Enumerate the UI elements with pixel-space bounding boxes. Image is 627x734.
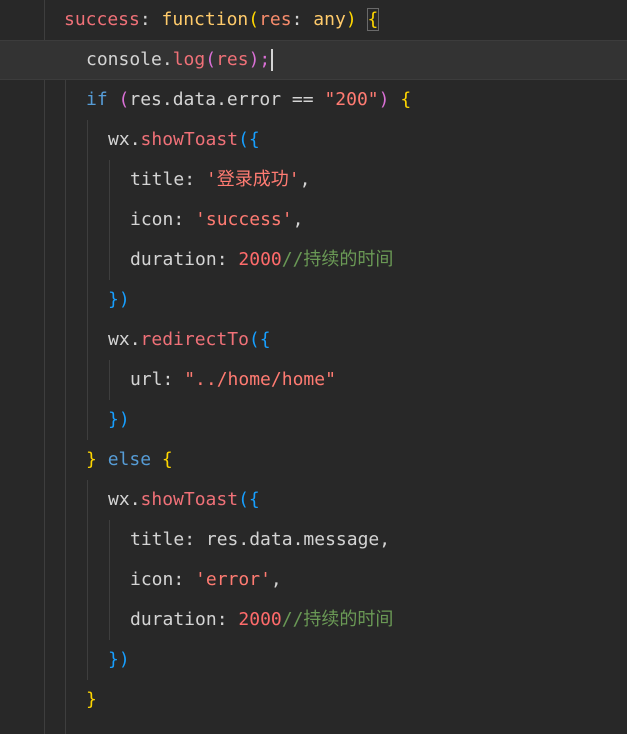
code-token: { [400, 89, 412, 110]
code-line[interactable]: success: function(res: any) { [0, 0, 627, 40]
code-line[interactable]: }) [0, 640, 627, 680]
code-token: ) [378, 89, 401, 110]
code-token: wx [108, 329, 130, 350]
code-token: : [291, 9, 314, 30]
code-token: : [184, 169, 206, 190]
code-token: ); [248, 49, 271, 70]
code-token: { [366, 8, 380, 31]
code-token: : [216, 609, 239, 630]
code-line[interactable]: icon: 'error', [0, 560, 627, 600]
code-token: ( [248, 9, 260, 30]
code-token: : [173, 209, 196, 230]
code-token: else [107, 449, 152, 470]
code-token: } [86, 689, 97, 710]
code-token: wx [108, 489, 130, 510]
code-comment: //持续的时间 [281, 609, 394, 630]
code-token: { [161, 449, 173, 470]
code-line[interactable]: }) [0, 400, 627, 440]
code-token: ( [238, 489, 249, 510]
code-token: redirectTo [140, 329, 249, 350]
code-line[interactable]: wx.showToast({ [0, 120, 627, 160]
code-line[interactable]: duration: 2000//持续的时间 [0, 240, 627, 280]
code-token: . [161, 49, 173, 70]
code-token: } [108, 409, 119, 430]
code-token: 'error' [195, 569, 271, 590]
code-line[interactable]: } [0, 680, 627, 720]
code-token: : [184, 529, 206, 550]
code-line[interactable]: wx.showToast({ [0, 480, 627, 520]
code-token: res [259, 9, 292, 30]
code-token: showToast [140, 489, 239, 510]
code-token: if [86, 89, 108, 110]
code-comment: //持续的时间 [281, 249, 394, 270]
code-token: : [173, 569, 196, 590]
code-line-current[interactable]: console.log(res); [0, 40, 627, 80]
code-token: duration [130, 609, 217, 630]
code-token: , [292, 209, 304, 230]
code-token: ( [248, 329, 260, 350]
code-token: . [129, 489, 141, 510]
code-line[interactable]: }) [0, 280, 627, 320]
code-token: . [129, 329, 141, 350]
code-token: '登录成功' [205, 169, 300, 190]
code-token: res.data.error [129, 89, 282, 110]
code-token: : [216, 249, 239, 270]
text-cursor [271, 49, 274, 71]
code-token: 2000 [238, 609, 282, 630]
code-token: ( [238, 129, 249, 150]
code-token: , [299, 169, 311, 190]
code-token: 2000 [238, 249, 282, 270]
code-token: log [172, 49, 206, 70]
code-token: } [108, 289, 119, 310]
code-token: , [270, 569, 282, 590]
code-editor[interactable]: success: function(res: any) { console.lo… [0, 0, 627, 734]
code-token: ( [205, 49, 217, 70]
code-token: icon [130, 569, 174, 590]
code-token: ) [118, 409, 130, 430]
code-token: { [248, 129, 260, 150]
code-token: , [379, 529, 391, 550]
code-line[interactable]: icon: 'success', [0, 200, 627, 240]
code-token: function [161, 9, 249, 30]
code-token: ) [345, 9, 368, 30]
code-line[interactable]: title: res.data.message, [0, 520, 627, 560]
code-token: } [108, 649, 119, 670]
code-token: title [130, 529, 185, 550]
code-line[interactable]: title: '登录成功', [0, 160, 627, 200]
code-line[interactable]: url: "../home/home" [0, 360, 627, 400]
code-token: res.data.message [205, 529, 380, 550]
code-token: console [86, 49, 162, 70]
code-line[interactable]: duration: 2000//持续的时间 [0, 600, 627, 640]
code-token: == [281, 89, 325, 110]
code-token: icon [130, 209, 174, 230]
code-token: duration [130, 249, 217, 270]
code-token: . [129, 129, 141, 150]
code-token: any [313, 9, 346, 30]
code-token: } [86, 449, 97, 470]
code-token: success [64, 9, 140, 30]
code-token: ) [118, 289, 130, 310]
code-line[interactable]: if (res.data.error == "200") { [0, 80, 627, 120]
code-token: : [139, 9, 162, 30]
code-token: title [130, 169, 185, 190]
code-token: ) [118, 649, 130, 670]
code-token: showToast [140, 129, 239, 150]
code-token: 'success' [195, 209, 293, 230]
code-token: { [248, 489, 260, 510]
code-token: { [259, 329, 271, 350]
code-token: res [216, 49, 249, 70]
code-line[interactable]: } else { [0, 440, 627, 480]
code-token: "200" [324, 89, 379, 110]
code-token: "../home/home" [184, 369, 336, 390]
code-token: url [130, 369, 163, 390]
code-line[interactable]: wx.redirectTo({ [0, 320, 627, 360]
code-token: : [162, 369, 185, 390]
code-token: ( [107, 89, 130, 110]
code-token: wx [108, 129, 130, 150]
